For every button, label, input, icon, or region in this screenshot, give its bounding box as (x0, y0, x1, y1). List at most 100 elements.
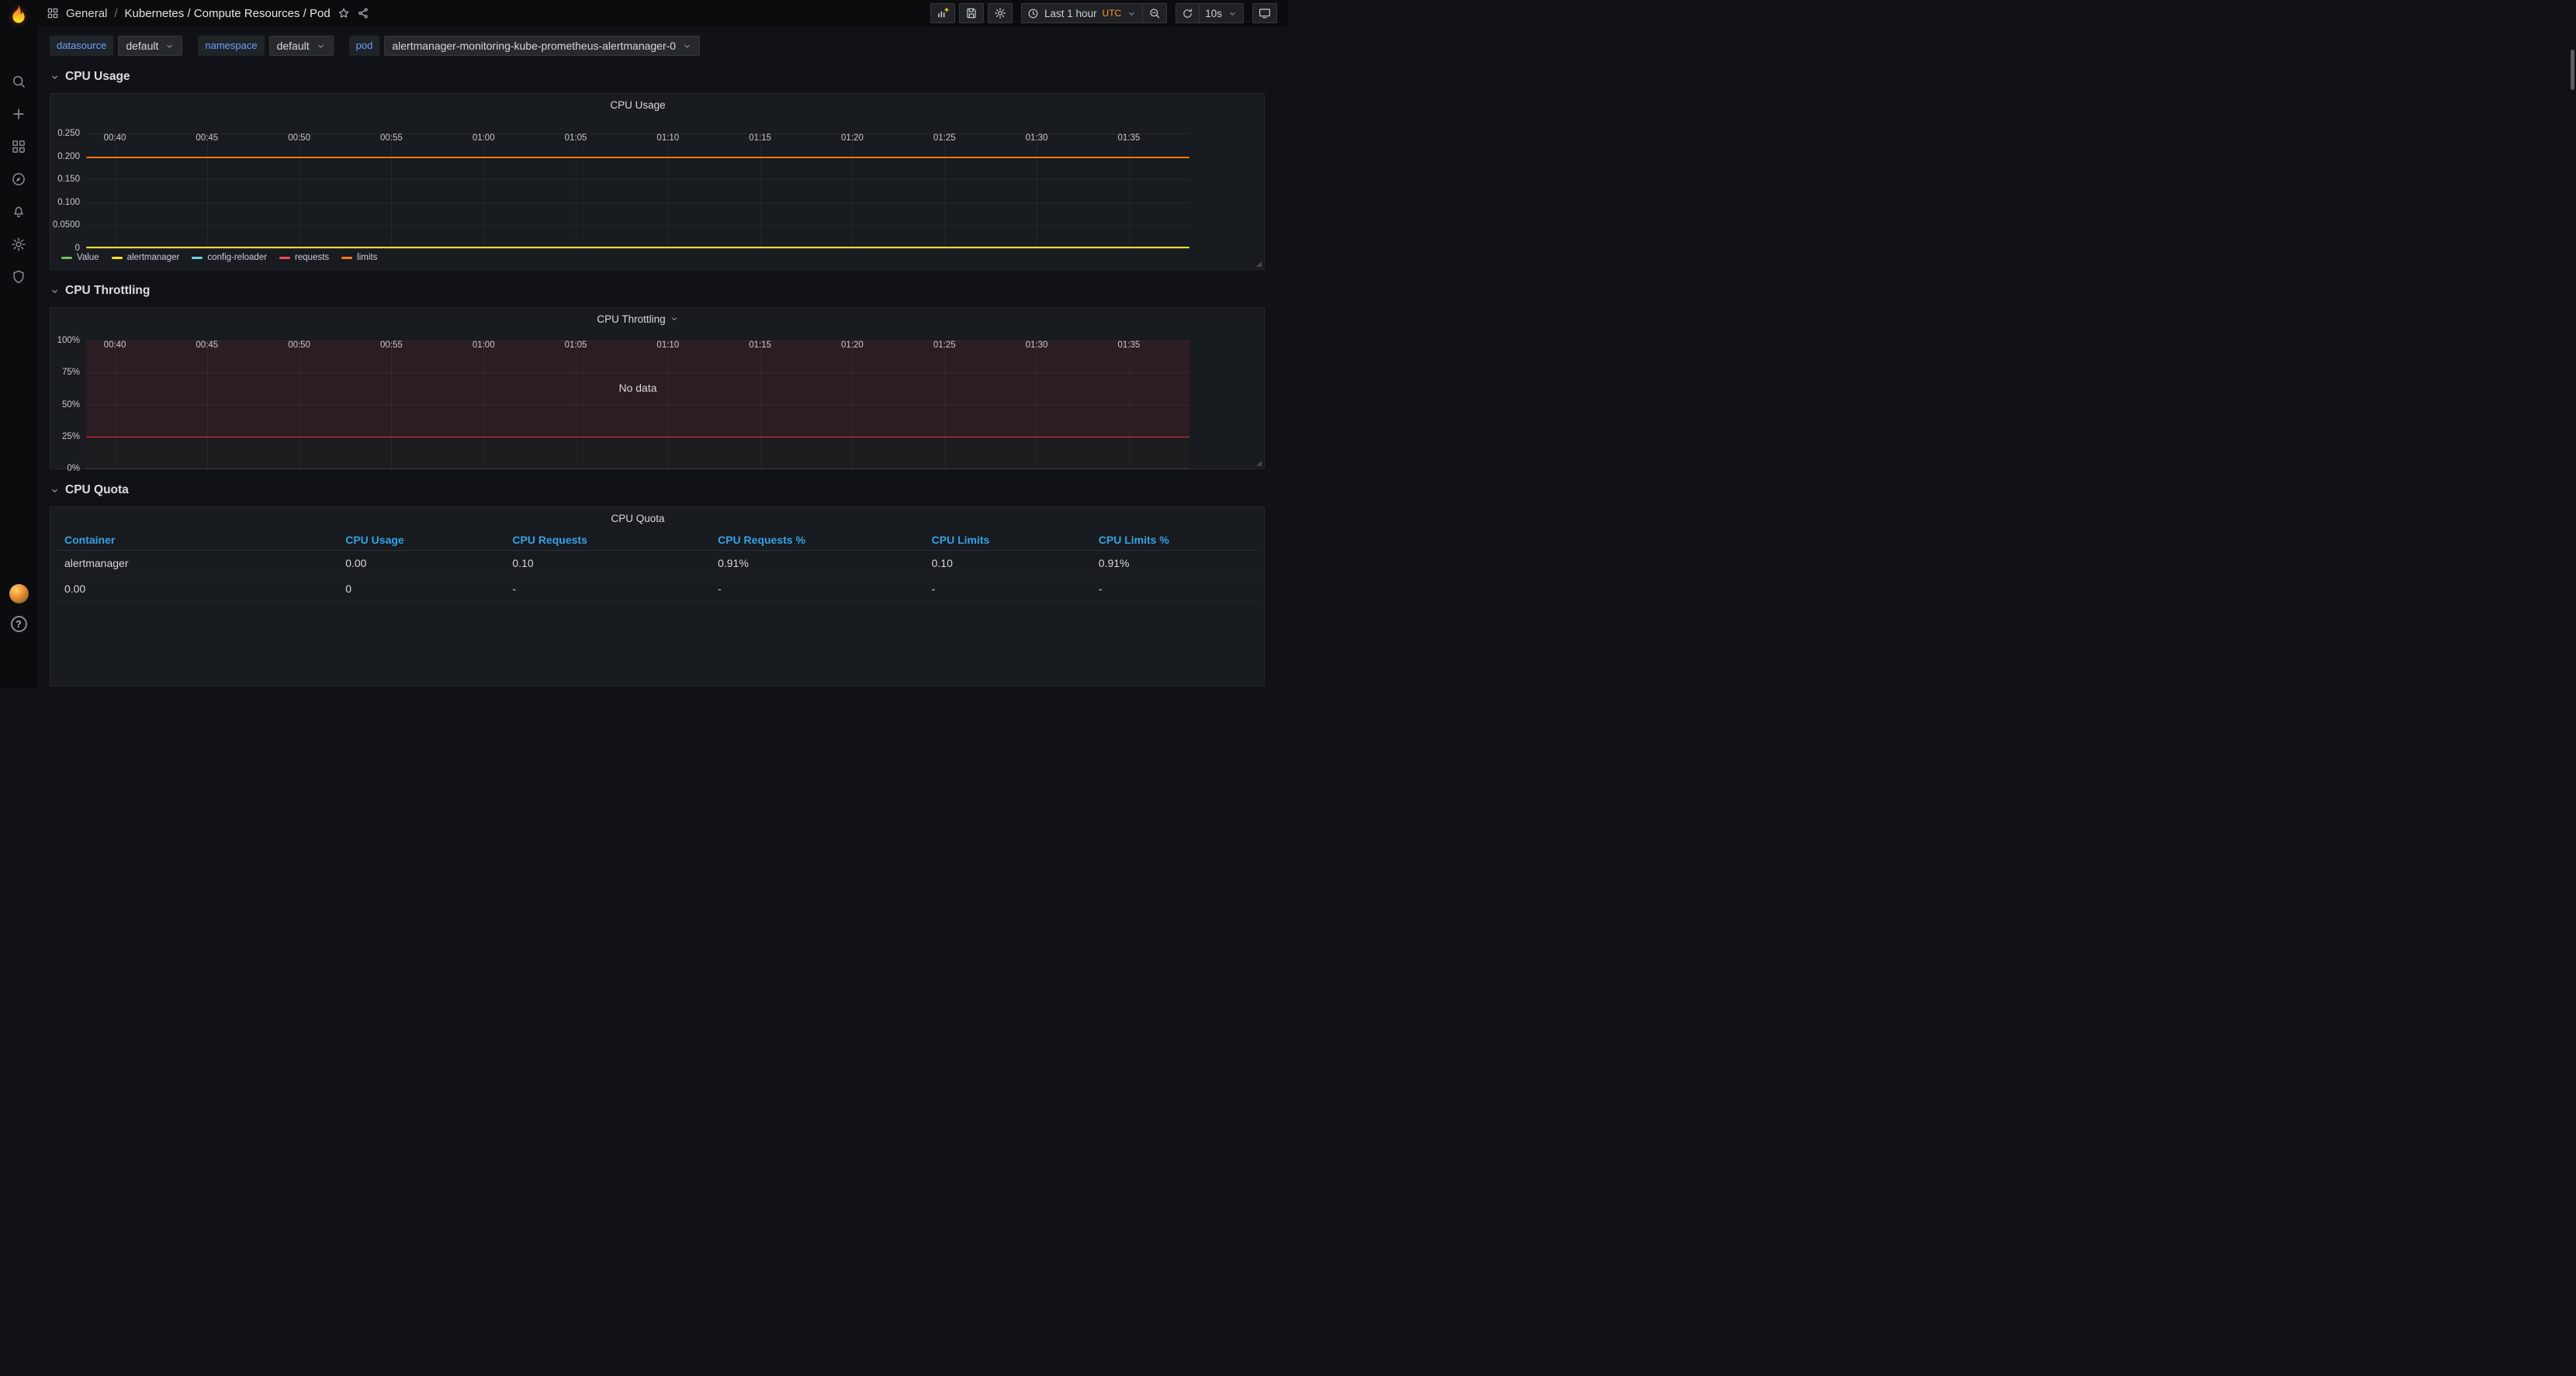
legend-label: requests (295, 253, 330, 262)
top-navigation: General / Kubernetes / Compute Resources… (37, 0, 1288, 26)
legend-item-requests[interactable]: requests (279, 253, 329, 262)
table-row: alertmanager 0.00 0.10 0.91% 0.10 0.91% (57, 551, 1258, 576)
x-tick-label: 01:00 (472, 133, 495, 143)
x-tick-label: 00:55 (380, 341, 403, 350)
main-area: General / Kubernetes / Compute Resources… (37, 0, 1288, 688)
refresh-button[interactable] (1175, 3, 1200, 23)
help-button[interactable]: ? (10, 616, 27, 632)
column-header[interactable]: CPU Limits % (1091, 534, 1258, 546)
table-body: alertmanager 0.00 0.10 0.91% 0.10 0.91% 0.00 0 -… (50, 551, 1264, 602)
v-gridline (299, 341, 300, 468)
v-gridline (114, 133, 116, 248)
y-tick-label: 0.250 (57, 129, 80, 138)
cpu-usage-plot-area (86, 133, 1189, 249)
sidebar-item-search[interactable] (11, 74, 27, 90)
row-header-cpu-throttling[interactable]: CPU Throttling (50, 284, 150, 298)
cpu-throttling-chart: 100% 75% 50% 25% 0% No data 00:40 00:45 00:50 00:… (50, 336, 1264, 473)
variable-label-datasource[interactable]: datasource (50, 36, 114, 56)
h-gridline (86, 372, 1189, 374)
variable-namespace: namespace default (198, 36, 334, 56)
sidebar-item-alerting[interactable] (11, 204, 27, 220)
legend-swatch (279, 256, 291, 259)
refresh-interval-picker[interactable]: 10s (1199, 3, 1244, 23)
legend-item-config-reloader[interactable]: config-reloader (192, 253, 267, 262)
y-tick-label: 0.150 (57, 175, 80, 185)
sidebar-item-dashboards[interactable] (11, 139, 27, 155)
row-title: CPU Usage (65, 70, 130, 83)
column-header[interactable]: CPU Requests (504, 534, 710, 546)
dashboard-content: datasource default namespace default pod aler… (37, 26, 1288, 688)
breadcrumb-dashboard-title[interactable]: Kubernetes / Compute Resources / Pod (125, 7, 331, 20)
v-gridline (944, 341, 946, 468)
column-header[interactable]: Container (57, 534, 338, 546)
panel-menu-caret-icon (670, 314, 679, 323)
share-dashboard-button[interactable] (357, 7, 369, 19)
legend-item-Value[interactable]: Value (61, 253, 99, 262)
plus-icon (11, 106, 26, 122)
breadcrumb-general[interactable]: General (66, 7, 107, 20)
panel-resize-handle[interactable] (1256, 261, 1262, 267)
kiosk-mode-button[interactable] (1252, 3, 1277, 23)
sidebar-bottom: ? (9, 584, 29, 632)
chevron-down-icon (50, 72, 60, 82)
variables-row: datasource default namespace default pod aler… (50, 36, 1265, 56)
variable-select-pod[interactable]: alertmanager-monitoring-kube-prometheus-… (384, 36, 701, 56)
zoom-out-time-button[interactable] (1142, 3, 1168, 23)
table-cell: alertmanager (64, 557, 129, 569)
x-tick-label: 01:30 (1025, 341, 1048, 350)
variable-value: default (276, 40, 310, 52)
panel-header-cpu-usage[interactable]: CPU Usage (50, 94, 1264, 116)
add-panel-button[interactable] (930, 3, 955, 23)
v-gridline (206, 133, 208, 248)
user-avatar[interactable] (9, 584, 29, 603)
row-header-cpu-quota[interactable]: CPU Quota (50, 483, 129, 497)
x-tick-label: 01:25 (933, 341, 956, 350)
variable-select-namespace[interactable]: default (268, 36, 334, 56)
x-tick-label: 00:40 (103, 133, 126, 143)
time-range-picker[interactable]: Last 1 hour UTC (1021, 3, 1144, 23)
table-cell: 0.10 (931, 557, 953, 569)
column-header[interactable]: CPU Requests % (710, 534, 924, 546)
compass-icon (11, 171, 26, 187)
table-cell: 0 (345, 583, 352, 595)
legend-item-limits[interactable]: limits (341, 253, 377, 262)
v-gridline (483, 133, 485, 248)
dashboard-settings-button[interactable] (988, 3, 1013, 23)
dashboard-breadcrumb-icon-button[interactable] (47, 7, 59, 19)
v-gridline (114, 341, 116, 468)
row-header-cpu-usage[interactable]: CPU Usage (50, 70, 130, 84)
legend-label: config-reloader (207, 253, 268, 262)
grafana-logo[interactable] (8, 4, 29, 26)
cpu-usage-chart: 0.250 0.200 0.150 0.100 0.0500 0 00:40 00:45 00:… (50, 129, 1264, 253)
legend-item-alertmanager[interactable]: alertmanager (111, 253, 179, 262)
timezone-label: UTC (1102, 8, 1122, 19)
sidebar-item-configuration[interactable] (11, 237, 27, 253)
sidebar-item-server-admin[interactable] (11, 269, 27, 285)
panel-header-cpu-quota[interactable]: CPU Quota (50, 507, 1264, 529)
panel-title-text: CPU Quota (611, 512, 665, 524)
sidebar-item-create[interactable] (11, 106, 27, 123)
y-tick-label: 100% (57, 336, 80, 345)
table-cell: 0.91% (718, 557, 749, 569)
v-gridline (1128, 133, 1130, 248)
variable-label-namespace[interactable]: namespace (198, 36, 265, 56)
y-axis: 100% 75% 50% 25% 0% (50, 336, 86, 473)
scrollbar-thumb[interactable] (2571, 50, 2574, 90)
variable-select-datasource[interactable]: default (118, 36, 183, 56)
sidebar: ? (0, 0, 37, 688)
table-cell: - (718, 583, 722, 595)
column-header[interactable]: CPU Usage (338, 534, 504, 546)
variable-label-pod[interactable]: pod (348, 36, 380, 56)
legend-swatch (111, 256, 123, 259)
table-cell: - (1098, 583, 1103, 595)
favorite-star-button[interactable] (338, 7, 350, 19)
v-gridline (852, 133, 853, 248)
series-line-limits (86, 156, 1189, 158)
save-dashboard-button[interactable] (959, 3, 984, 23)
v-gridline (944, 133, 946, 248)
caret-down-icon (164, 41, 175, 51)
sidebar-item-explore[interactable] (11, 171, 27, 188)
panel-resize-handle[interactable] (1256, 461, 1262, 466)
panel-header-cpu-throttling[interactable]: CPU Throttling (50, 308, 1264, 330)
column-header[interactable]: CPU Limits (924, 534, 1091, 546)
